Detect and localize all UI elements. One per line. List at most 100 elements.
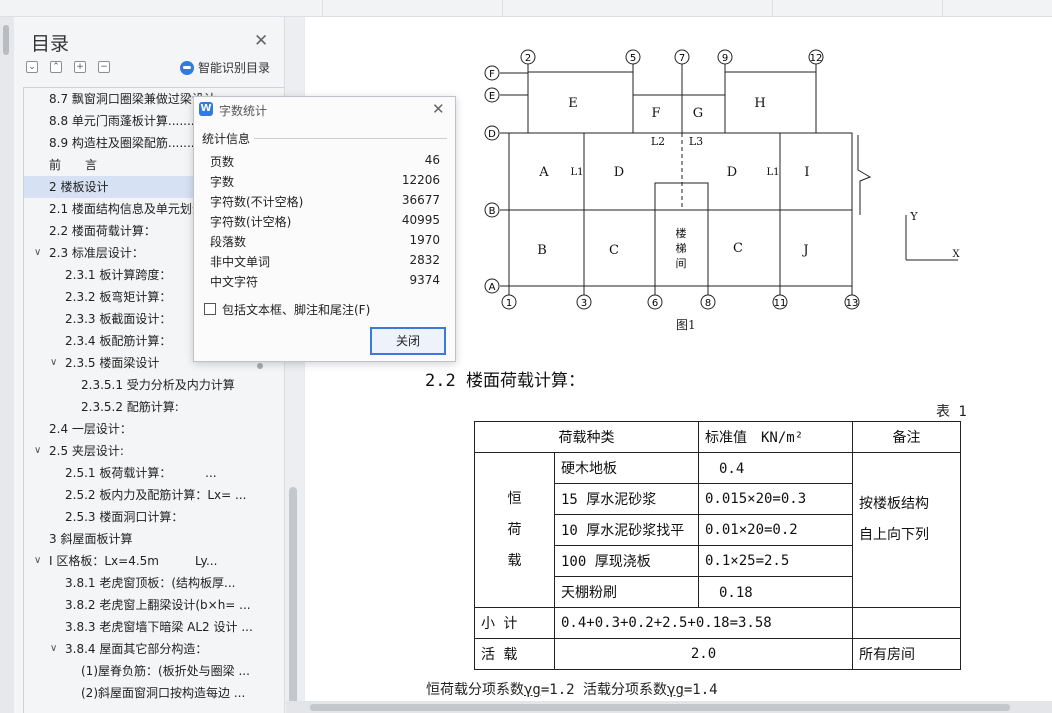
toc-item[interactable]: 3.8.3 老虎窗墙下暗梁 AL2 设计 ... [24,616,285,638]
toc-item-label: 2.3.2 板弯矩计算： [65,290,172,304]
stat-row: 字符数(计空格) 40995 [210,213,440,233]
toc-item[interactable]: 2.3.5.1 受力分析及内力计算 [24,374,285,396]
toc-item[interactable]: (1)屋脊负筋：(板折处与圈梁 ... [24,660,285,682]
stat-key: 字数 [210,175,235,189]
dead-item-value: 0.01×20=0.2 [698,514,853,546]
toc-item-label: 2.5.2 板内力及配筋计算：Lx= ... [65,488,247,502]
load-table: 荷载种类 标准值 KN/m² 备注 恒 荷 载 硬木地板 0.4 按楼板结构 自… [474,421,961,670]
stat-row: 非中文单词 2832 [210,253,440,273]
plus-icon[interactable]: + [74,61,86,73]
scrollbar-thumb[interactable] [289,487,297,707]
plan-block-fg [632,94,726,134]
axis-label: D [488,129,496,140]
dialog-title: 字数统计 [219,104,268,118]
table-label: 表 1 [936,404,967,420]
toc-item-label: 2.5.3 楼面洞口计算： [65,510,184,524]
toc-item-label: 2.3.3 板截面设计： [65,312,172,326]
dead-note: 按楼板结构 自上向下列 [852,452,961,608]
collapse-all-icon[interactable]: ⌄ [26,61,38,73]
dead-note-line: 自上向下列 [859,527,929,543]
gamma-symbol: γg [524,682,541,698]
gamma-symbol: γg [667,682,684,698]
room-label: B [537,243,547,258]
chevron-down-icon[interactable]: ∨ [50,638,57,660]
toc-item[interactable]: 2.4 一层设计： [24,418,285,440]
table-row: 恒 荷 载 硬木地板 0.4 按楼板结构 自上向下列 [474,452,961,608]
left-edge-scrollbar[interactable] [0,17,14,713]
axis-label: 1 [506,298,512,309]
toc-item-label: 2.3.5.1 受力分析及内力计算 [81,378,235,392]
include-textbox-label[interactable]: 包括文本框、脚注和尾注(F) [222,301,370,318]
stat-value: 46 [424,153,440,167]
dead-item-name: 天棚粉刷 [554,576,699,608]
close-button[interactable]: 关闭 [370,327,446,355]
toc-item-label: (2)斜屋面窗洞口按构造每边 ... [81,686,246,700]
room-label: H [754,96,765,111]
include-textbox-checkbox[interactable] [204,303,216,315]
app-logo-icon: W [199,102,213,116]
toc-item[interactable]: 2.5.1 板荷载计算： ... [24,462,285,484]
toc-item[interactable]: 2.3.5.2 配筋计算: [24,396,285,418]
toc-item-label: 2.3.5 楼面梁设计 [65,356,160,370]
smart-toc-label: 智能识别目录 [198,61,271,75]
close-icon[interactable]: ✕ [432,100,445,118]
axis-label: E [489,91,495,102]
toc-item-label: 2.3.4 板配筋计算： [65,334,172,348]
axis-label: 3 [581,298,587,309]
stat-row: 页数 46 [210,153,440,173]
word-count-dialog: W 字数统计 ✕ 统计信息 页数 46 字数 12206 字符数(不计空格) 36677 字… [193,96,456,362]
stat-value: 36677 [401,193,440,207]
horizontal-scrollbar[interactable] [286,701,1052,713]
divider [254,138,447,139]
chevron-down-icon[interactable]: ∨ [50,352,57,374]
chevron-down-icon[interactable]: ∨ [34,440,41,462]
room-label: D [614,165,624,180]
axis-label: A [489,282,496,293]
stat-row: 中文字符 9374 [210,273,440,293]
axis-x-label: X [952,249,960,260]
toc-item[interactable]: 2.5.3 楼面洞口计算： [24,506,285,528]
expand-up-icon[interactable]: ⌃ [50,61,62,73]
floor-plan-figure: 2 5 7 9 121 3 6 8 11 13FEDBA EF GHA D D IB C C JL2 L3L1 L1… [484,49,960,310]
toc-item-label: 2.2 楼面荷载计算： [49,224,156,238]
room-labels: E F G H A D D I B C C J L2 L3 L1 L1 楼梯间 Y X [537,96,960,270]
chevron-down-icon[interactable]: ∨ [34,242,41,264]
toc-item-label: 2.5 夹层设计: [49,444,124,458]
toc-item-label: 2.5.1 板荷载计算： ... [65,466,217,480]
stat-key: 中文字符 [210,275,259,289]
toc-item-label: 2.1 楼面结构信息及单元划分 [49,202,204,216]
scroll-indicator [257,363,263,369]
toc-item[interactable]: (2)斜屋面窗洞口按构造每边 ... [24,682,285,704]
stat-row: 字数 12206 [210,173,440,193]
toc-item[interactable]: 3.8.1 老虎窗顶板：(结构板厚... [24,572,285,594]
dialog-titlebar[interactable]: W 字数统计 ✕ [194,97,455,121]
toc-item[interactable]: ∨ 2.5 夹层设计: [24,440,285,462]
dead-item-name: 10 厚水泥砂浆找平 [554,514,699,546]
toc-item[interactable]: ∨ 3.8.4 屋面其它部分构造： [24,638,285,660]
figure-caption: 图1 [676,318,696,332]
footline-text: 恒荷载分项系数 [426,682,524,698]
toolbar-divider [772,0,773,16]
toc-item[interactable]: 2.5.2 板内力及配筋计算：Lx= ... [24,484,285,506]
dead-item-value: 0.1×25=2.5 [698,545,853,577]
room-label: J [801,243,808,258]
stair-label: 梯 [676,242,687,255]
scrollbar-thumb[interactable] [310,704,1010,711]
scrollbar-thumb[interactable] [3,25,9,55]
beam-label: L1 [766,167,779,178]
chevron-down-icon[interactable]: ∨ [34,550,41,572]
close-icon[interactable]: ✕ [254,31,268,51]
room-label: F [651,106,660,121]
minus-icon[interactable]: − [98,61,110,73]
toc-item[interactable]: 3 斜屋面板计算 [24,528,285,550]
toc-item[interactable]: 3.8.2 老虎窗上翻梁设计(b×h= ... [24,594,285,616]
axis-label: B [489,206,496,217]
dead-item-name: 硬木地板 [554,452,699,484]
beam-label: L3 [689,135,703,148]
axis-label: 6 [652,298,658,309]
toc-item[interactable]: ∨ Ⅰ 区格板：Lx=4.5m Ly... [24,550,285,572]
beam-label: L1 [570,167,583,178]
dead-load-char: 恒 [507,490,522,507]
dead-load-label: 恒 荷 载 [474,452,555,608]
smart-toc-button[interactable]: 智能识别目录 [180,59,270,76]
